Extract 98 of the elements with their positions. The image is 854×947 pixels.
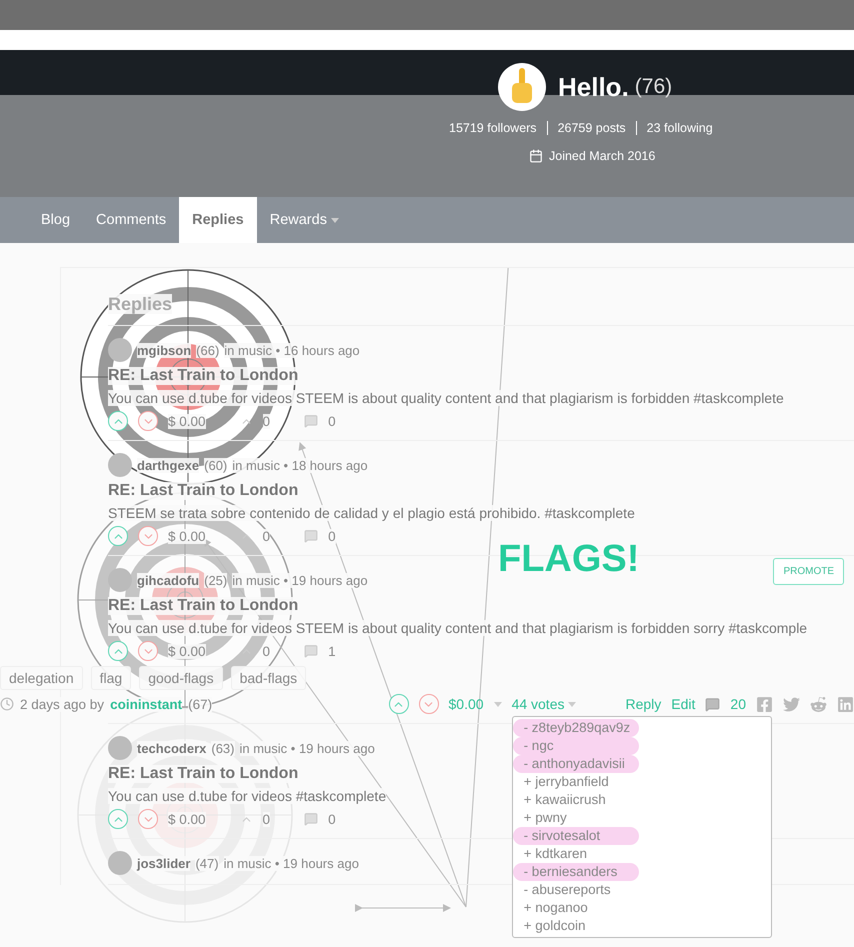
voter-item: + noganoo [522,899,589,917]
comment-icon [304,529,318,543]
author-link[interactable]: darthgexe [137,458,200,472]
hand-icon [509,68,535,106]
voter-item: + kawaiicrush [522,791,607,809]
following-link[interactable]: 23 following [636,121,723,135]
joined-date: Joined March 2016 [549,149,656,163]
author-reputation: (66) [196,342,220,358]
profile-tab[interactable]: Blog [28,197,84,243]
facebook-icon[interactable] [756,696,773,712]
author-link[interactable]: mgibson [137,342,192,358]
author-reputation: (60) [204,458,228,472]
profile-name: Hello. [558,72,629,102]
votes-link[interactable]: 44 votes [512,696,564,712]
calendar-icon [529,149,543,163]
downvote-button[interactable] [418,694,439,714]
payout-amount[interactable]: $0.00 [448,696,484,712]
upvote-button[interactable] [108,526,128,546]
voter-item: - anthonyadavisii [512,755,639,773]
author-reputation: (63) [211,740,234,756]
voter-item: - ngc [512,737,639,755]
voter-item: + kdtkaren [522,845,588,863]
clock-icon [0,697,14,711]
reply-link[interactable]: Reply [626,696,662,712]
voter-item: - sirvotesalot [512,827,639,845]
voter-item: - z8teyb289qav9z [512,719,639,737]
post-meta: in music • 19 hours ago [240,740,375,756]
downvote-button[interactable] [138,641,158,661]
author-reputation: (25) [204,572,228,588]
tag-link[interactable]: flag [90,666,132,690]
reply-body: STEEM se trata sobre contenido de calidad y el plagio está prohibido. #taskcomplete [108,505,635,521]
comment-count: 1 [328,644,336,658]
profile-tab[interactable]: Comments [83,197,180,243]
author-link[interactable]: gihcadofu [137,572,200,588]
user-avatar [108,736,132,760]
followers-link[interactable]: 15719 followers [449,121,547,135]
vote-count: 0 [262,644,270,658]
voter-item: - berniesanders [512,863,639,881]
payout-amount: $ 0.00 [168,644,206,658]
voter-item: + pwny [522,809,568,827]
comment-icon [304,812,318,826]
caret-icon [494,702,502,706]
tag-link[interactable]: delegation [0,666,83,690]
twitter-icon[interactable] [783,696,800,712]
comment-icon [304,644,318,658]
reply-body: You can use d.tube for videos STEEM is about quality content and that plagiarism is forbidden #taskcomplete [108,390,784,406]
post-meta: in music • 16 hours ago [224,342,360,358]
post-meta: in music • 19 hours ago [232,572,368,588]
profile-reputation: (76) [634,75,672,99]
payout-amount: $ 0.00 [168,414,206,428]
vote-count: 0 [262,528,270,544]
downvote-button[interactable] [138,809,158,829]
comment-count: 0 [328,812,336,826]
post-time: 2 days ago by [20,696,104,712]
author-reputation: (47) [195,856,219,870]
comment-icon [304,414,318,428]
posts-link[interactable]: 26759 posts [546,121,636,135]
upvote-button[interactable] [388,694,409,714]
user-avatar [108,453,132,477]
post-meta: in music • 18 hours ago [232,458,368,472]
voter-item: - abusereports [522,881,612,899]
reply-body: You can use d.tube for videos STEEM is about quality content and that plagiarism is forbidden sorry #taskcomple [108,620,808,636]
comment-count: 0 [328,414,336,428]
edit-link[interactable]: Edit [671,696,696,712]
reply-title[interactable]: RE: Last Train to London [108,482,298,500]
comment-count: 0 [328,528,336,544]
caret-icon [330,218,339,222]
caret-icon [568,702,576,706]
user-avatar [108,568,132,592]
flags-title: FLAGS! [498,538,640,581]
author-link[interactable]: techcoderx [137,740,206,756]
upvote-button[interactable] [108,641,128,661]
tag-link[interactable]: good-flags [139,666,223,690]
author-link[interactable]: jos3lider [137,856,190,870]
reddit-icon[interactable] [810,696,827,712]
reply-title[interactable]: RE: Last Train to London [108,765,298,783]
reply-body: You can use d.tube for videos #taskcomplete [108,788,386,804]
profile-tab[interactable]: Replies [179,197,257,243]
replies-heading: Replies [108,294,172,314]
payout-amount: $ 0.00 [168,528,206,544]
upvote-button[interactable] [108,809,128,829]
promote-button[interactable]: PROMOTE [773,558,844,585]
payout-amount: $ 0.00 [168,812,206,826]
linkedin-icon[interactable] [837,696,854,712]
reply-title[interactable]: RE: Last Train to London [108,597,298,615]
voter-item: + jerrybanfield [522,773,610,791]
downvote-button[interactable] [138,526,158,546]
profile-tab[interactable]: Rewards [256,197,352,243]
vote-count: 0 [262,812,270,826]
post-meta: in music • 19 hours ago [224,856,359,870]
user-avatar [108,851,132,875]
comment-icon [705,696,720,712]
comment-count: 20 [730,696,746,712]
author-reputation: (67) [188,696,212,712]
author-link[interactable]: coininstant [110,696,182,712]
reply-title[interactable]: RE: Last Train to London [108,367,298,385]
voter-item: + goldcoin [522,917,586,935]
tag-link[interactable]: bad-flags [230,666,306,690]
